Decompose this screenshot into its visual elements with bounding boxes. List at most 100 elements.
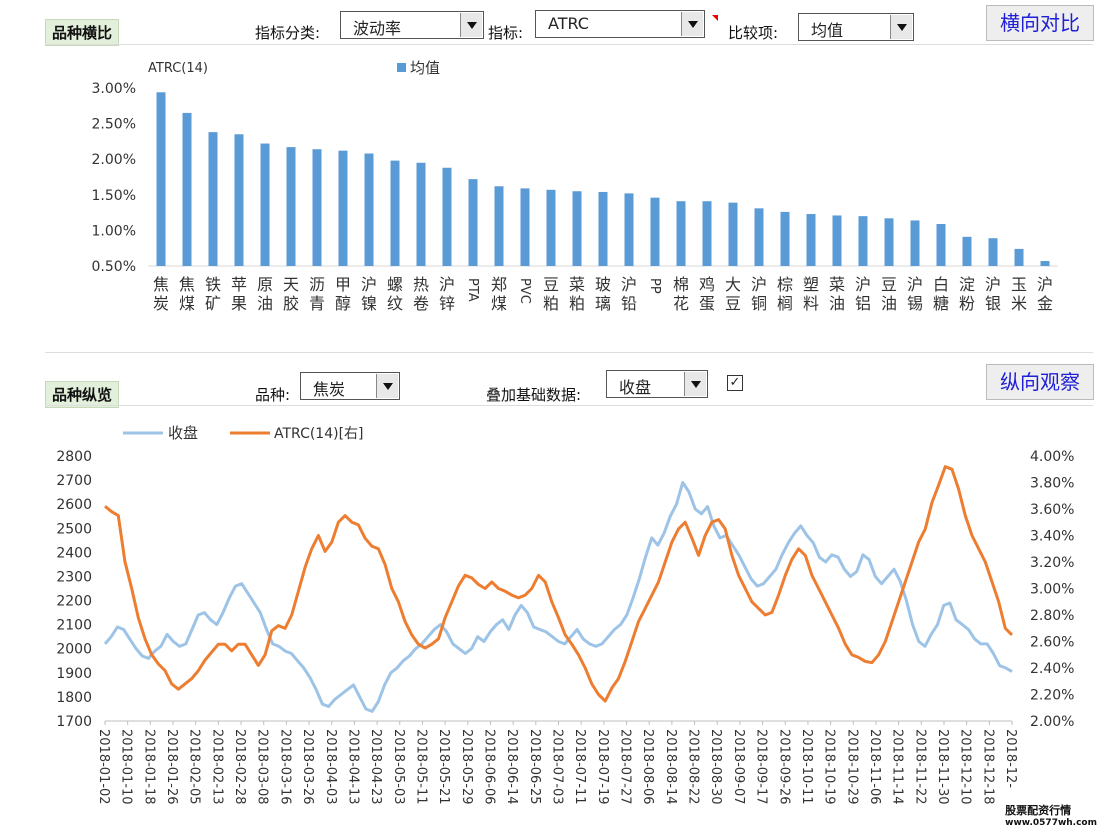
x-tick-label: 2018-11-30 (935, 729, 950, 805)
bar (702, 201, 712, 266)
x-tick-label: 2018-10-19 (822, 729, 837, 805)
category-dropdown[interactable]: 波动率 (340, 11, 484, 39)
bar (546, 189, 556, 266)
x-tick-label: 2018-09-17 (754, 729, 769, 805)
logo-url: www.0577wh.com (1005, 818, 1097, 828)
bar (676, 201, 686, 266)
x-tick-label: 2018-01-10 (119, 729, 134, 805)
x-tick-label: 菜粕 (569, 275, 585, 313)
bar (1040, 261, 1050, 266)
y-tick-label: 1.00% (92, 223, 136, 239)
x-tick-label: 玻璃 (595, 275, 611, 313)
x-tick-label: 沪铜 (751, 275, 767, 313)
overlay-checkbox[interactable]: ✓ (727, 375, 743, 391)
x-tick-label: 2018-06-14 (504, 729, 519, 805)
x-tick-label: 2018-03-16 (277, 729, 292, 805)
series-line (103, 481, 1013, 713)
y-tick-label-right: 3.00% (1030, 582, 1074, 598)
x-tick-label: 铁矿 (205, 275, 221, 313)
x-tick-label: 淀粉 (959, 275, 975, 313)
bar (806, 214, 816, 266)
y-tick-label-left: 2800 (56, 449, 92, 465)
x-tick-label: 2018-07-11 (572, 729, 587, 805)
bar (312, 149, 322, 266)
chevron-down-icon[interactable] (681, 12, 703, 36)
x-tick-label: 热卷 (413, 275, 429, 313)
x-tick-label: 白糖 (933, 275, 949, 313)
section-label-vertical: 品种纵览 (45, 381, 120, 408)
x-tick-label: 郑煤 (491, 275, 507, 313)
x-tick-label: 沪铅 (621, 275, 637, 313)
overlay-value: 收盘 (619, 378, 652, 397)
category-value: 波动率 (353, 19, 402, 38)
x-tick-label: 沪锌 (439, 275, 455, 313)
x-tick-label: 2018-01-18 (141, 729, 156, 805)
x-tick-label: 沪铝 (855, 275, 871, 313)
x-tick-label: PP (647, 278, 662, 294)
x-tick-label: 2018-08-22 (686, 729, 701, 805)
x-tick-label: PVC (517, 278, 532, 304)
y-tick-label-left: 2500 (56, 521, 92, 537)
x-tick-label: 2018-01-26 (164, 729, 179, 805)
overlay-dropdown[interactable]: 收盘 (606, 370, 708, 398)
indicator-label: 指标: (488, 24, 524, 42)
bar (416, 162, 426, 266)
y-tick-label: 1.50% (92, 188, 136, 204)
x-tick-label: 2018-06-25 (527, 729, 542, 805)
x-tick-label: 2018-08-14 (663, 729, 678, 805)
x-tick-label: 2018-04-13 (345, 729, 360, 805)
y-tick-label-left: 2700 (56, 473, 92, 489)
indicator-dropdown[interactable]: ATRC (535, 10, 705, 38)
vertical-observe-button[interactable]: 纵向观察 (986, 364, 1094, 400)
y-tick-label-left: 1800 (56, 690, 92, 706)
x-tick-label: 2018-02-13 (209, 729, 224, 805)
chevron-down-icon[interactable] (460, 13, 482, 37)
y-tick-label-right: 2.60% (1030, 635, 1074, 651)
bar (286, 147, 296, 266)
x-tick-label: 甲醇 (335, 275, 351, 313)
compare-dropdown[interactable]: 均值 (798, 13, 914, 41)
bar (598, 191, 608, 266)
x-tick-label: 2018-10-29 (844, 729, 859, 805)
overlay-label: 叠加基础数据: (486, 386, 582, 404)
x-tick-label: 螺纹 (387, 275, 403, 313)
x-tick-label: 2018-03-26 (300, 729, 315, 805)
x-tick-label: 2018-05-21 (436, 729, 451, 805)
y-tick-label-left: 2600 (56, 497, 92, 513)
y-tick-label-right: 4.00% (1030, 449, 1074, 465)
x-tick-label: 焦炭 (153, 275, 169, 313)
x-tick-label: 菜油 (829, 275, 845, 313)
bar (988, 238, 998, 266)
y-tick-label-right: 3.40% (1030, 529, 1074, 545)
bar (1014, 248, 1024, 266)
bar-chart: ATRC(14) 均值 0.50% 1.00% 1.50% 2.00% 2.50% 3.00%… (92, 59, 1058, 313)
x-tick-label: 玉米 (1011, 275, 1027, 313)
chevron-down-icon[interactable] (890, 15, 912, 39)
compare-value: 均值 (811, 21, 844, 40)
legend-swatch (397, 63, 406, 72)
x-tick-label: 2018-02-28 (232, 729, 247, 805)
bar (780, 211, 790, 266)
bar (884, 218, 894, 266)
y-tick-label: 3.00% (92, 81, 136, 97)
variety-dropdown[interactable]: 焦炭 (300, 372, 400, 400)
chevron-down-icon[interactable] (376, 374, 398, 398)
x-tick-label: 鸡蛋 (699, 275, 715, 313)
x-tick-label: 原油 (257, 275, 273, 313)
x-tick-label: 2018-07-27 (618, 729, 633, 805)
x-tick-label: 2018-04-23 (368, 729, 383, 805)
chevron-down-icon[interactable] (684, 372, 706, 396)
divider (45, 44, 1093, 45)
y-tick-label-right: 3.80% (1030, 476, 1074, 492)
bar (962, 236, 972, 266)
bar (650, 197, 660, 266)
section-label-horizontal: 品种横比 (45, 19, 120, 46)
x-tick-label: 沪银 (985, 275, 1001, 313)
x-tick-label: 苹果 (231, 275, 247, 313)
x-tick-label: 2018-01-02 (96, 729, 111, 805)
horizontal-compare-button[interactable]: 横向对比 (986, 5, 1094, 41)
bar (624, 193, 634, 266)
bar (858, 216, 868, 266)
x-tick-label: 大豆 (725, 275, 741, 313)
category-label: 指标分类: (255, 24, 321, 42)
